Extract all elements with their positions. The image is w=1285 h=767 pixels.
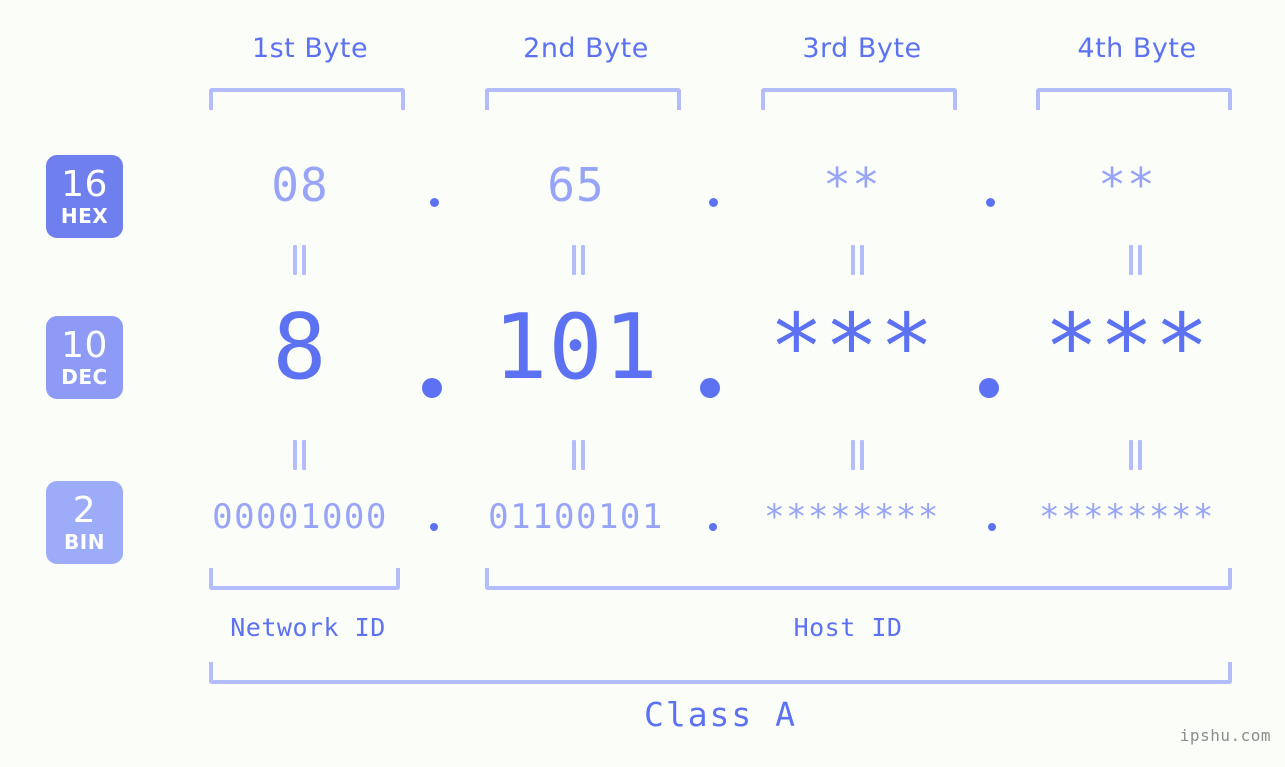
dec-byte-1: 8 — [272, 295, 328, 400]
host-id-bracket — [485, 568, 1232, 590]
bin-byte-1: 00001000 — [212, 497, 388, 537]
hex-separator-dot-2 — [709, 198, 718, 207]
base-badge-bin-name: BIN — [64, 530, 105, 554]
bin-byte-2: 01100101 — [488, 497, 664, 537]
base-badge-hex: 16 HEX — [46, 155, 123, 238]
hex-byte-3: ** — [823, 158, 881, 212]
class-bracket — [209, 662, 1232, 684]
equals-connector-dec-bin-3 — [851, 440, 866, 470]
byte-bracket-3 — [761, 88, 957, 110]
equals-connector-dec-bin-4 — [1129, 440, 1144, 470]
base-badge-dec-name: DEC — [61, 365, 108, 389]
hex-byte-4: ** — [1098, 158, 1156, 212]
bin-byte-3: ******** — [764, 497, 940, 537]
equals-connector-dec-bin-1 — [293, 440, 308, 470]
equals-connector-hex-dec-3 — [851, 245, 866, 275]
watermark: ipshu.com — [1179, 726, 1271, 745]
base-badge-hex-name: HEX — [60, 204, 109, 228]
equals-connector-dec-bin-2 — [572, 440, 587, 470]
class-label: Class A — [643, 695, 798, 734]
dec-byte-4: *** — [1044, 295, 1210, 400]
hex-separator-dot-1 — [430, 198, 439, 207]
bin-separator-dot-1 — [430, 523, 438, 531]
network-id-label: Network ID — [230, 613, 386, 642]
bin-separator-dot-3 — [988, 523, 996, 531]
bin-byte-4: ******** — [1039, 497, 1215, 537]
dec-separator-dot-2 — [700, 378, 720, 398]
hex-byte-2: 65 — [547, 158, 605, 212]
host-id-label: Host ID — [793, 613, 903, 642]
equals-connector-hex-dec-2 — [572, 245, 587, 275]
dec-separator-dot-3 — [979, 378, 999, 398]
equals-connector-hex-dec-4 — [1129, 245, 1144, 275]
base-badge-hex-number: 16 — [61, 164, 108, 205]
byte-bracket-4 — [1036, 88, 1232, 110]
byte-header-1: 1st Byte — [251, 33, 369, 64]
base-badge-dec-number: 10 — [61, 325, 108, 366]
network-id-bracket — [209, 568, 400, 590]
hex-separator-dot-3 — [986, 198, 995, 207]
base-badge-dec: 10 DEC — [46, 316, 123, 399]
base-badge-bin: 2 BIN — [46, 481, 123, 564]
bin-separator-dot-2 — [709, 523, 717, 531]
dec-separator-dot-1 — [422, 378, 442, 398]
byte-bracket-2 — [485, 88, 681, 110]
equals-connector-hex-dec-1 — [293, 245, 308, 275]
byte-header-2: 2nd Byte — [523, 33, 649, 64]
byte-header-4: 4th Byte — [1077, 33, 1197, 64]
dec-byte-2: 101 — [493, 295, 659, 400]
hex-byte-1: 08 — [271, 158, 329, 212]
ip-address-breakdown-diagram: 1st Byte 2nd Byte 3rd Byte 4th Byte 16 H… — [0, 0, 1285, 767]
byte-bracket-1 — [209, 88, 405, 110]
base-badge-bin-number: 2 — [72, 490, 97, 531]
dec-byte-3: *** — [769, 295, 935, 400]
byte-header-3: 3rd Byte — [802, 33, 922, 64]
